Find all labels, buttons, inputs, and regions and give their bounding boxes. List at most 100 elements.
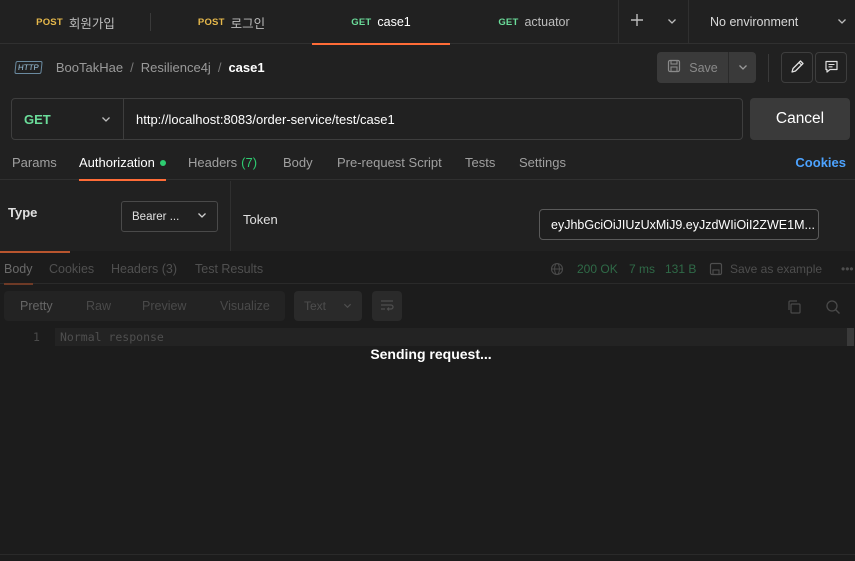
save-icon: [667, 59, 681, 76]
response-size: 131 B: [665, 261, 697, 276]
request-config-tabs: Params Authorization Headers (7) Body Pr…: [0, 145, 855, 181]
content-type-value: Text: [304, 299, 327, 313]
chevron-down-icon: [837, 15, 847, 29]
tab-params[interactable]: Params: [12, 145, 57, 180]
plus-icon[interactable]: [630, 13, 644, 30]
tab-label: case1: [377, 15, 411, 29]
save-label: Save: [689, 60, 718, 75]
tab-label: 로그인: [230, 16, 266, 31]
response-tab-test-results[interactable]: Test Results: [195, 253, 263, 284]
request-url-bar: GET http://localhost:8083/order-service/…: [11, 98, 743, 140]
globe-icon[interactable]: [550, 253, 564, 284]
breadcrumb-folder[interactable]: Resilience4j: [141, 60, 211, 75]
save-options-dropdown[interactable]: [729, 52, 756, 83]
breadcrumb-separator: /: [130, 59, 134, 75]
response-tab-headers[interactable]: Headers (3): [111, 253, 177, 284]
url-input[interactable]: http://localhost:8083/order-service/test…: [124, 99, 742, 139]
tab-tests[interactable]: Tests: [465, 145, 495, 180]
sending-request-overlay: Sending request...: [370, 346, 492, 362]
http-request-icon: HTTP: [14, 60, 43, 74]
tab-body[interactable]: Body: [283, 145, 313, 180]
tab-label: Tests: [465, 155, 496, 170]
chevron-down-icon: [197, 210, 207, 223]
active-line-highlight: [55, 328, 848, 346]
format-pretty[interactable]: Pretty: [20, 291, 53, 321]
response-panel: Body Cookies Headers (3) Test Results 20…: [0, 251, 855, 561]
breadcrumb-collection[interactable]: BooTakHae: [56, 60, 123, 75]
content-type-dropdown[interactable]: Text: [294, 291, 362, 321]
environment-label: No environment: [710, 14, 799, 29]
tab-signup[interactable]: POST 회원가입: [0, 0, 151, 44]
tab-label: Settings: [519, 155, 566, 170]
tab-login[interactable]: POST 로그인: [151, 0, 312, 44]
environment-selector[interactable]: No environment: [688, 0, 855, 43]
wrap-lines-button[interactable]: [372, 291, 402, 321]
tab-method: POST: [197, 16, 225, 28]
response-format-toolbar: Pretty Raw Preview Visualize Text: [0, 291, 855, 323]
save-button[interactable]: Save: [657, 52, 729, 83]
tab-label: actuator: [524, 15, 570, 29]
tab-label: Cookies: [49, 261, 95, 276]
toolbar-divider: [768, 54, 769, 82]
auth-type-dropdown[interactable]: Bearer ...: [121, 201, 218, 232]
tab-case1[interactable]: GET case1: [312, 0, 450, 45]
tab-label: Body: [4, 261, 33, 276]
token-label: Token: [243, 212, 278, 227]
more-options-icon[interactable]: •••: [841, 253, 854, 284]
status-bar-divider: [0, 554, 855, 555]
edit-button[interactable]: [781, 52, 813, 83]
search-icon[interactable]: [825, 299, 841, 318]
tab-method: GET: [498, 16, 519, 28]
tab-method: GET: [351, 16, 372, 28]
auth-type-label: Type: [8, 205, 38, 220]
tab-label: Headers (3): [111, 261, 177, 276]
comments-button[interactable]: [815, 52, 847, 83]
format-preview[interactable]: Preview: [142, 291, 186, 321]
tab-label: Headers: [188, 155, 238, 170]
tab-actuator[interactable]: GET actuator: [450, 0, 618, 44]
line-number: 1: [33, 330, 40, 344]
cookies-link[interactable]: Cookies: [795, 145, 846, 180]
tab-label: Body: [283, 155, 313, 170]
response-editor: 1 Normal response: [0, 328, 855, 346]
comment-icon: [824, 59, 839, 77]
tab-label: Params: [12, 155, 57, 170]
tab-label: Authorization: [79, 155, 155, 170]
tab-label: 회원가입: [68, 16, 115, 31]
tab-method: POST: [36, 16, 63, 28]
editor-scrollbar[interactable]: [847, 328, 854, 346]
tab-headers[interactable]: Headers (7): [188, 145, 257, 180]
auth-type-column: Type Bearer ...: [0, 181, 231, 251]
tab-label: Pre-request Script: [337, 155, 442, 170]
save-as-example-button[interactable]: Save as example: [709, 253, 822, 284]
tab-tools: [618, 0, 688, 43]
save-icon: [709, 262, 723, 276]
tab-authorization[interactable]: Authorization: [79, 145, 166, 181]
request-tab-bar: POST 회원가입 POST 로그인 GET case1 GET actuato…: [0, 0, 855, 45]
tab-settings[interactable]: Settings: [519, 145, 566, 180]
format-visualize[interactable]: Visualize: [220, 291, 270, 321]
cancel-button[interactable]: Cancel: [750, 98, 850, 140]
breadcrumb-separator: /: [217, 59, 222, 75]
response-time: 7 ms: [629, 261, 656, 276]
tab-pre-request-script[interactable]: Pre-request Script: [337, 145, 442, 180]
response-body-text: Normal response: [60, 330, 164, 344]
copy-icon[interactable]: [786, 299, 802, 318]
chevron-down-icon[interactable]: [667, 14, 677, 29]
response-status: 200 OK: [577, 261, 618, 276]
chevron-down-icon: [343, 299, 352, 313]
chevron-down-icon: [101, 112, 111, 127]
method-value: GET: [24, 111, 51, 127]
format-raw[interactable]: Raw: [86, 291, 111, 321]
response-tab-cookies[interactable]: Cookies: [49, 253, 94, 284]
active-indicator-dot: [159, 159, 166, 166]
headers-count: (7): [241, 155, 258, 170]
method-selector[interactable]: GET: [12, 99, 124, 139]
auth-type-value: Bearer ...: [132, 210, 180, 223]
authorization-panel: Type Bearer ... Token eyJhbGciOiJIUzUxMi…: [0, 181, 855, 251]
chevron-down-icon: [738, 60, 748, 75]
wrap-icon: [379, 298, 395, 315]
response-tab-body[interactable]: Body: [4, 253, 33, 285]
token-input[interactable]: eyJhbGciOiJIUzUxMiJ9.eyJzdWIiOiI2ZWE1M..…: [539, 209, 819, 240]
breadcrumb-request-name[interactable]: case1: [228, 60, 264, 75]
